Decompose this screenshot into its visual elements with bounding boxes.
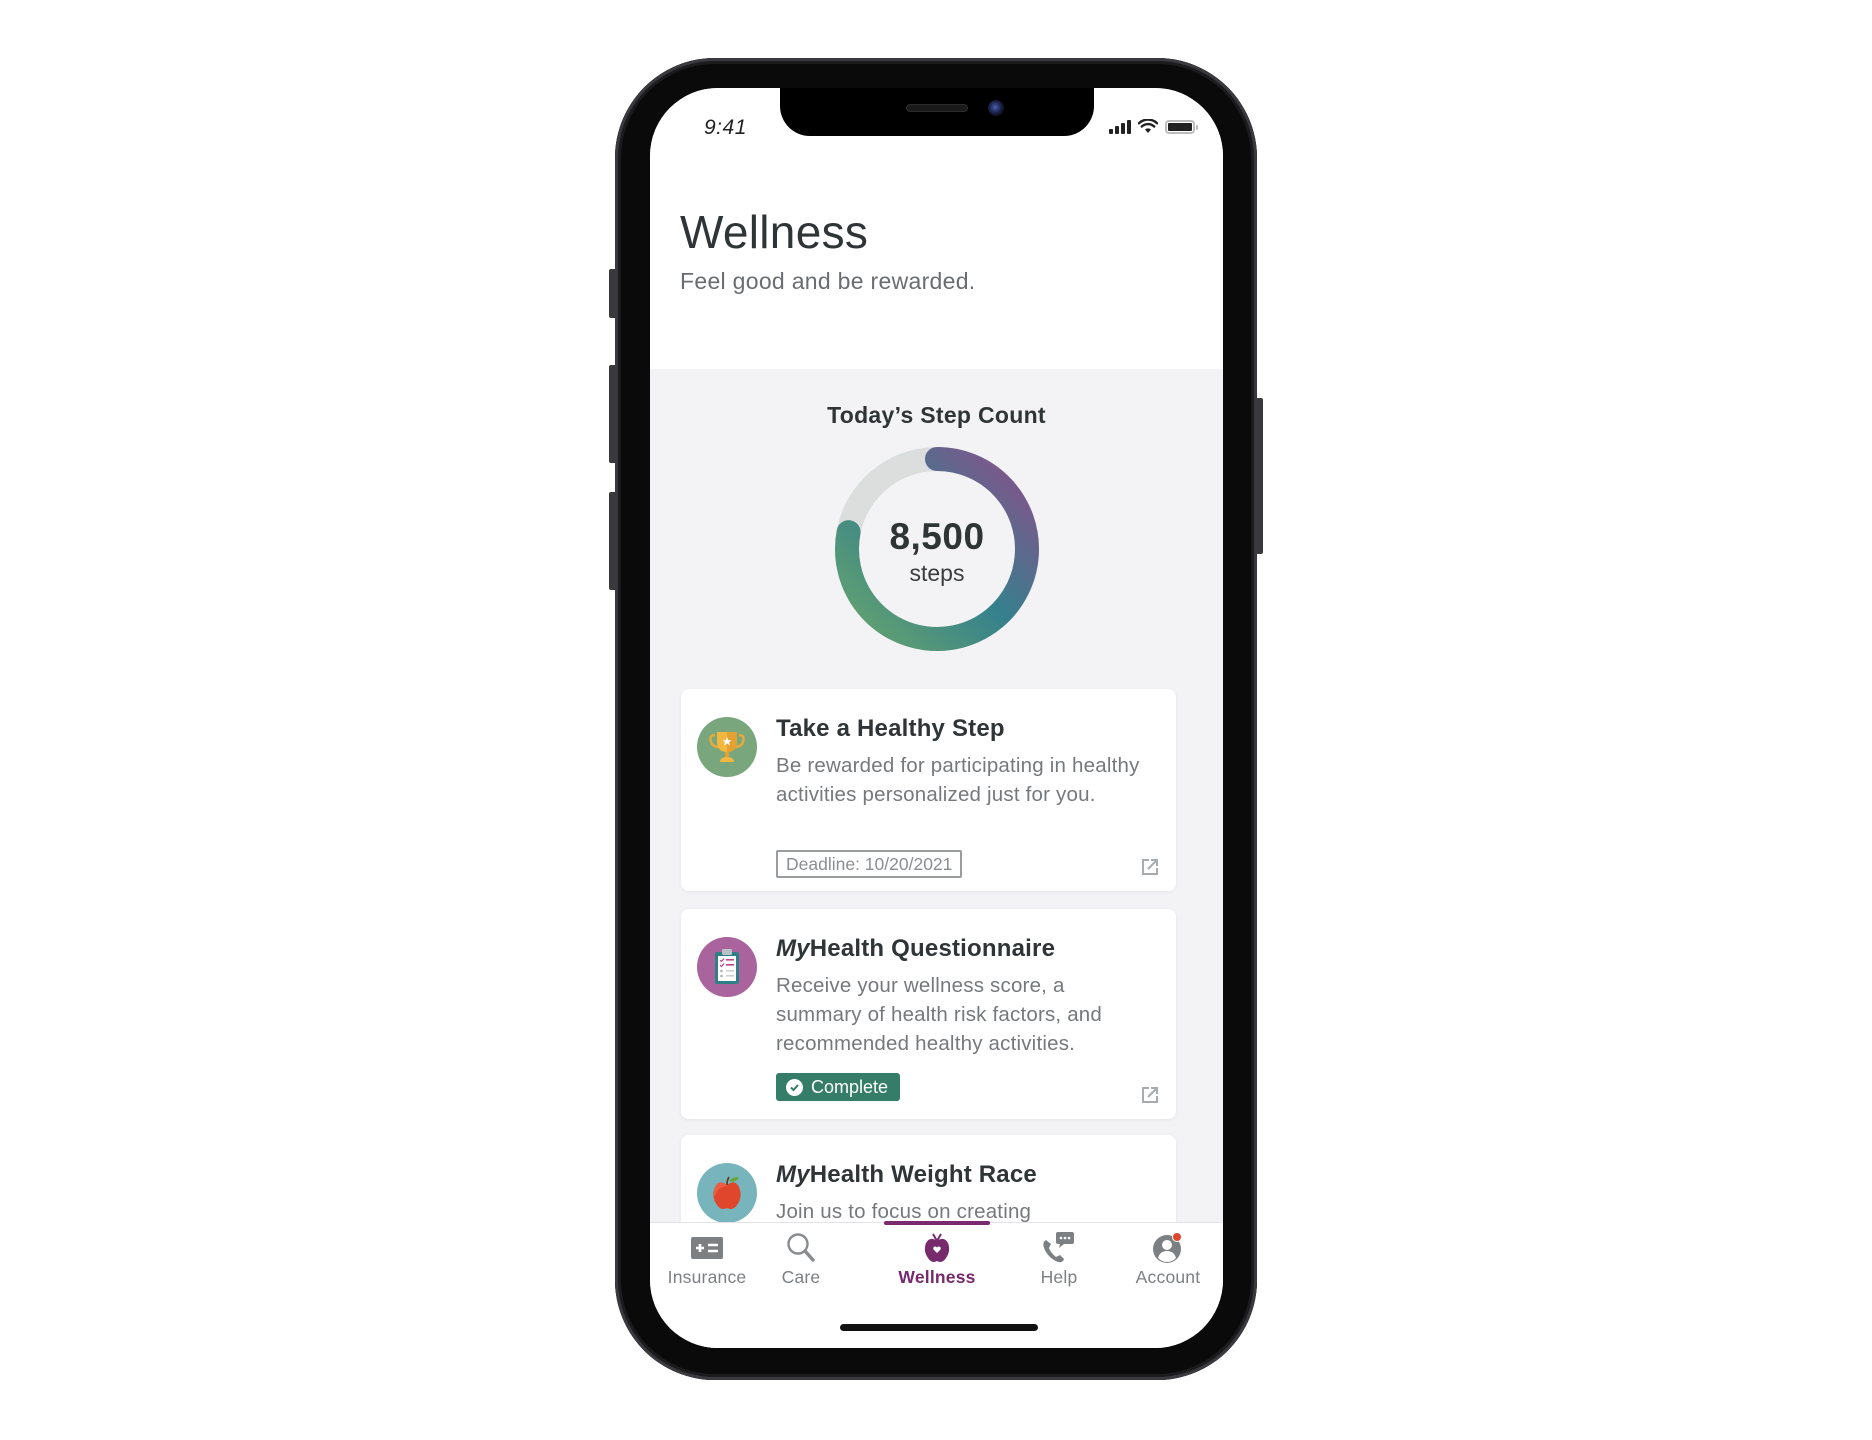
external-link-icon[interactable] — [1140, 1085, 1160, 1105]
home-indicator[interactable] — [840, 1324, 1038, 1331]
notch — [780, 88, 1094, 136]
check-circle-icon — [786, 1078, 803, 1096]
tab-label: Wellness — [898, 1267, 976, 1287]
complete-badge-label: Complete — [811, 1077, 889, 1097]
tab-account[interactable]: Account — [1113, 1231, 1223, 1291]
card-title-text: Health Weight Race — [809, 1161, 1037, 1188]
step-count-value: 8,500 — [889, 516, 985, 557]
card-description: Receive your wellness score, a summary o… — [776, 974, 1103, 1055]
card-title-text: Health Questionnaire — [809, 935, 1056, 962]
speaker-grille — [906, 104, 968, 112]
clipboard-icon — [715, 949, 739, 984]
card-title: Take a Healthy Step — [776, 715, 1005, 743]
apple-heart-icon — [924, 1233, 950, 1262]
search-icon — [787, 1233, 815, 1262]
tab-help[interactable]: Help — [1004, 1231, 1114, 1291]
trophy-icon — [709, 732, 745, 762]
card-title-italic: My — [776, 1161, 810, 1188]
account-icon — [1153, 1232, 1182, 1263]
active-tab-indicator — [884, 1221, 990, 1225]
card-description: Be rewarded for participating in healthy… — [776, 754, 1140, 806]
tab-label: Care — [781, 1267, 821, 1287]
card-icon-circle — [697, 717, 757, 777]
wifi-icon — [1138, 119, 1158, 133]
card-title-italic: My — [776, 935, 810, 962]
card-take-a-healthy-step[interactable]: Take a Healthy Step Be rewarded for part… — [681, 689, 1176, 891]
tab-label: Help — [1040, 1267, 1078, 1287]
cellular-signal-icon — [1109, 119, 1131, 134]
front-camera — [988, 100, 1004, 116]
battery-icon — [1165, 119, 1198, 134]
card-title: MyHealth Questionnaire — [776, 935, 1055, 963]
tab-care[interactable]: Care — [746, 1231, 856, 1291]
tab-label: Account — [1135, 1267, 1201, 1287]
card-title-text: Take a Healthy Step — [776, 715, 1005, 742]
step-count-title: Today’s Step Count — [827, 402, 1046, 428]
card-title: MyHealth Weight Race — [776, 1161, 1037, 1189]
complete-badge: Complete — [776, 1073, 901, 1101]
card-icon-circle — [697, 1163, 757, 1223]
deadline-badge: Deadline: 10/20/2021 — [776, 850, 963, 878]
notification-dot — [1172, 1232, 1182, 1242]
step-count-unit: steps — [909, 560, 965, 586]
card-icon-circle — [697, 937, 757, 997]
apple-icon — [713, 1176, 741, 1209]
status-icons — [1109, 119, 1198, 134]
page-subtitle: Feel good and be rewarded. — [680, 268, 976, 294]
tab-wellness[interactable]: Wellness — [882, 1231, 992, 1291]
phone-screen: 9:41 Wellness Feel good and be rewarded.… — [650, 88, 1223, 1348]
insurance-card-icon — [691, 1237, 723, 1259]
phone-chat-icon — [1043, 1232, 1074, 1263]
status-time: 9:41 — [704, 116, 747, 139]
card-myhealth-questionnaire[interactable]: MyHealth Questionnaire Receive your well… — [681, 909, 1176, 1119]
step-count-ring: 8,500 steps — [834, 446, 1040, 652]
page-title: Wellness — [680, 206, 869, 258]
external-link-icon[interactable] — [1140, 857, 1160, 877]
power-button — [1257, 398, 1263, 554]
